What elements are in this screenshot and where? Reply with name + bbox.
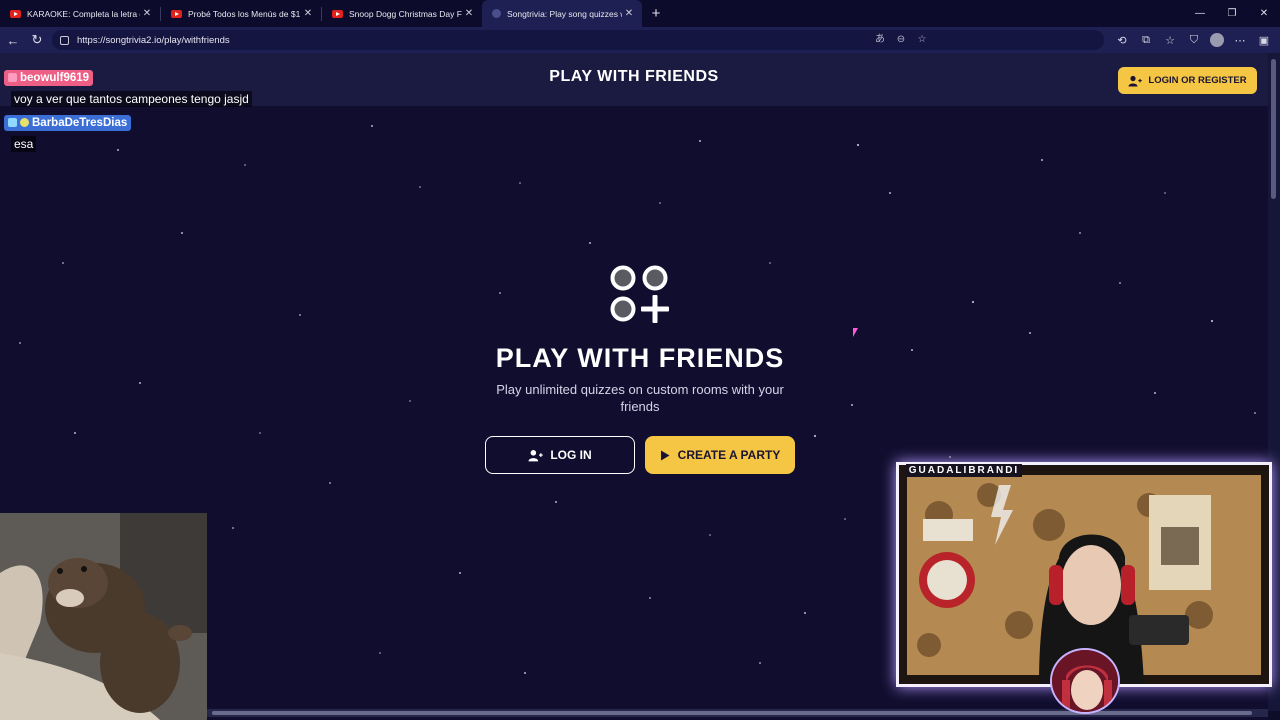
url-text: https://songtrivia2.io/play/withfriends — [77, 34, 230, 46]
chat-username-text: BarbaDeTresDias — [32, 116, 128, 129]
hero-subtitle: Play unlimited quizzes on custom rooms w… — [496, 382, 784, 414]
address-bar-actions: あ ⊖ ☆ — [874, 30, 928, 50]
browser-tab-bar: KARAOKE: Completa la letra de la ✕ Probé… — [0, 0, 1280, 27]
favorites-icon[interactable]: ☆ — [1162, 34, 1178, 47]
horizontal-scrollbar[interactable] — [207, 709, 1268, 717]
screen: KARAOKE: Completa la letra de la ✕ Probé… — [0, 0, 1280, 720]
chat-username-text: beowulf9619 — [20, 71, 90, 84]
more-menu-icon[interactable]: ⋯ — [1232, 34, 1248, 47]
site-info-icon[interactable] — [60, 35, 69, 45]
badge-icon — [20, 118, 29, 127]
sidebar-icon[interactable]: ▣ — [1256, 34, 1272, 47]
extensions-puzzle-icon[interactable]: ⧉ — [1138, 34, 1154, 47]
browser-toolbar: ← ↻ https://songtrivia2.io/play/withfrie… — [0, 27, 1280, 53]
songtrivia-icon — [492, 9, 501, 18]
tab-title: Probé Todos los Menús de $1 de C — [188, 8, 301, 19]
close-icon[interactable]: ✕ — [622, 8, 636, 19]
login-register-label: LOGIN OR REGISTER — [1148, 75, 1247, 86]
youtube-icon — [171, 9, 182, 18]
chat-username: beowulf9619 — [4, 69, 94, 86]
close-window-icon[interactable]: ✕ — [1248, 0, 1280, 27]
youtube-icon — [10, 9, 21, 18]
tab-title: Songtrivia: Play song quizzes with — [507, 8, 622, 19]
badge-icon — [8, 73, 17, 82]
minimize-icon[interactable]: — — [1184, 0, 1216, 27]
profile-avatar[interactable] — [1210, 33, 1224, 47]
create-party-label: CREATE A PARTY — [677, 448, 781, 462]
youtube-icon — [332, 9, 343, 18]
restore-icon[interactable]: ❐ — [1216, 0, 1248, 27]
streamer-avatar — [1050, 648, 1120, 714]
chat-message: BarbaDeTresDias esa — [4, 114, 252, 153]
browser-tab[interactable]: Probé Todos los Menús de $1 de C ✕ — [161, 0, 321, 27]
otter-image — [0, 513, 207, 720]
address-bar[interactable]: https://songtrivia2.io/play/withfriends … — [52, 30, 1104, 50]
otter-video-overlay — [0, 513, 207, 720]
chat-message-text: esa — [11, 136, 37, 152]
translate-icon[interactable]: あ — [874, 34, 886, 46]
user-plus-icon — [1128, 75, 1143, 86]
window-controls: — ❐ ✕ — [1184, 0, 1280, 27]
hero-title: PLAY WITH FRIENDS — [495, 343, 785, 373]
chat-message-text: voy a ver que tantos campeones tengo jas… — [11, 91, 252, 107]
shield-icon[interactable]: ⛉ — [1186, 34, 1202, 47]
browser-tab[interactable]: KARAOKE: Completa la letra de la ✕ — [0, 0, 160, 27]
user-plus-icon — [528, 449, 544, 461]
login-register-button[interactable]: LOGIN OR REGISTER — [1118, 67, 1257, 94]
badge-icon — [8, 118, 17, 127]
streamer-name-label: GUADALIBRANDI — [906, 464, 1022, 477]
create-party-button[interactable]: CREATE A PARTY — [645, 436, 795, 474]
close-icon[interactable]: ✕ — [301, 8, 315, 19]
close-icon[interactable]: ✕ — [462, 8, 476, 19]
chat-message: beowulf9619 voy a ver que tantos campeon… — [4, 69, 252, 108]
play-icon — [660, 450, 670, 460]
extension-icon[interactable]: ⟲ — [1114, 34, 1130, 47]
tab-title: Snoop Dogg Christmas Day FULL — [349, 8, 462, 19]
scrollbar-thumb[interactable] — [1271, 59, 1276, 199]
close-icon[interactable]: ✕ — [140, 8, 154, 19]
favorite-star-icon[interactable]: ☆ — [916, 34, 928, 46]
browser-tab[interactable]: Snoop Dogg Christmas Day FULL ✕ — [322, 0, 482, 27]
back-icon[interactable]: ← — [2, 33, 24, 48]
log-in-button[interactable]: LOG IN — [485, 436, 635, 474]
browser-extensions: ⟲ ⧉ ☆ ⛉ ⋯ ▣ — [1114, 27, 1272, 53]
new-tab-icon[interactable]: + — [642, 5, 670, 22]
refresh-icon[interactable]: ↻ — [26, 32, 48, 48]
tab-title: KARAOKE: Completa la letra de la — [27, 8, 140, 19]
browser-tab-active[interactable]: Songtrivia: Play song quizzes with ✕ — [482, 0, 642, 27]
chat-username: BarbaDeTresDias — [4, 114, 132, 131]
play-with-friends-icon — [610, 265, 669, 323]
stream-chat-overlay: beowulf9619 voy a ver que tantos campeon… — [4, 69, 252, 159]
log-in-label: LOG IN — [550, 448, 592, 462]
mouse-cursor — [853, 328, 858, 337]
reader-icon[interactable]: ⊖ — [895, 34, 907, 46]
